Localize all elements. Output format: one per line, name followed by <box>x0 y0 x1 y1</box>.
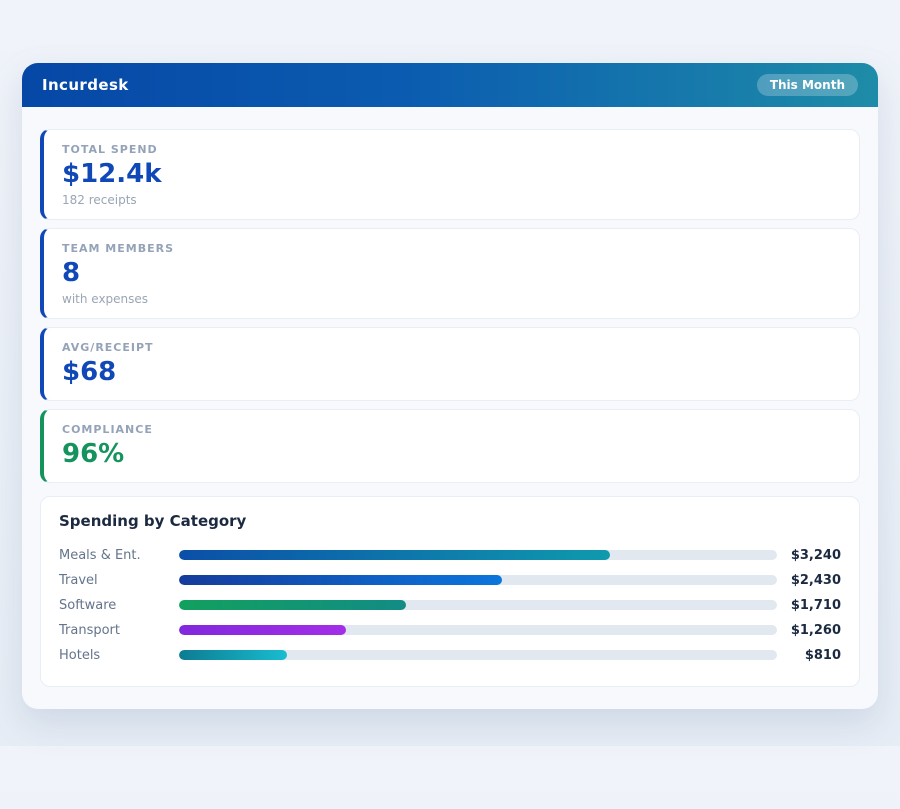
category-bar-fill <box>179 550 610 560</box>
category-label: Meals & Ent. <box>59 548 179 563</box>
spending-by-category-card: Spending by Category Meals & Ent. $3,240 T… <box>40 496 860 687</box>
stat-subtext: 182 receipts <box>62 193 841 207</box>
category-amount: $2,430 <box>777 573 841 588</box>
category-bar-fill <box>179 625 346 635</box>
category-label: Travel <box>59 573 179 588</box>
category-bar-fill <box>179 600 406 610</box>
stat-label: TOTAL SPEND <box>62 143 841 156</box>
category-amount: $810 <box>777 648 841 663</box>
category-bar-track <box>179 575 777 585</box>
stat-label: TEAM MEMBERS <box>62 242 841 255</box>
app-title: Incurdesk <box>42 76 129 94</box>
stat-subtext: with expenses <box>62 292 841 306</box>
category-row: Travel $2,430 <box>59 568 841 593</box>
stat-value: 8 <box>62 259 841 289</box>
stat-card: TEAM MEMBERS 8 with expenses <box>40 228 860 319</box>
stat-card: TOTAL SPEND $12.4k 182 receipts <box>40 129 860 220</box>
category-bar-fill <box>179 575 502 585</box>
category-bar-list: Meals & Ent. $3,240 Travel $2,430 Software $1… <box>59 543 841 668</box>
category-amount: $1,260 <box>777 623 841 638</box>
stat-value: 96% <box>62 440 841 470</box>
stat-card: AVG/RECEIPT $68 <box>40 327 860 401</box>
spending-card-title: Spending by Category <box>59 512 841 530</box>
period-badge[interactable]: This Month <box>757 74 858 96</box>
category-label: Software <box>59 598 179 613</box>
stat-label: AVG/RECEIPT <box>62 341 841 354</box>
incurdesk-dashboard: Incurdesk This Month TOTAL SPEND $12.4k 18… <box>22 63 878 709</box>
category-row: Transport $1,260 <box>59 618 841 643</box>
stat-card: COMPLIANCE 96% <box>40 409 860 483</box>
category-bar-track <box>179 650 777 660</box>
dashboard-content: TOTAL SPEND $12.4k 182 receipts TEAM MEMBER… <box>22 107 878 709</box>
category-row: Software $1,710 <box>59 593 841 618</box>
category-amount: $1,710 <box>777 598 841 613</box>
category-bar-track <box>179 625 777 635</box>
stat-value: $12.4k <box>62 160 841 190</box>
category-row: Hotels $810 <box>59 643 841 668</box>
stat-label: COMPLIANCE <box>62 423 841 436</box>
category-amount: $3,240 <box>777 548 841 563</box>
category-bar-track <box>179 550 777 560</box>
stat-value: $68 <box>62 358 841 388</box>
stat-card-list: TOTAL SPEND $12.4k 182 receipts TEAM MEMBER… <box>40 129 860 483</box>
category-label: Transport <box>59 623 179 638</box>
app-header: Incurdesk This Month <box>22 63 878 107</box>
category-bar-track <box>179 600 777 610</box>
category-row: Meals & Ent. $3,240 <box>59 543 841 568</box>
category-label: Hotels <box>59 648 179 663</box>
category-bar-fill <box>179 650 287 660</box>
